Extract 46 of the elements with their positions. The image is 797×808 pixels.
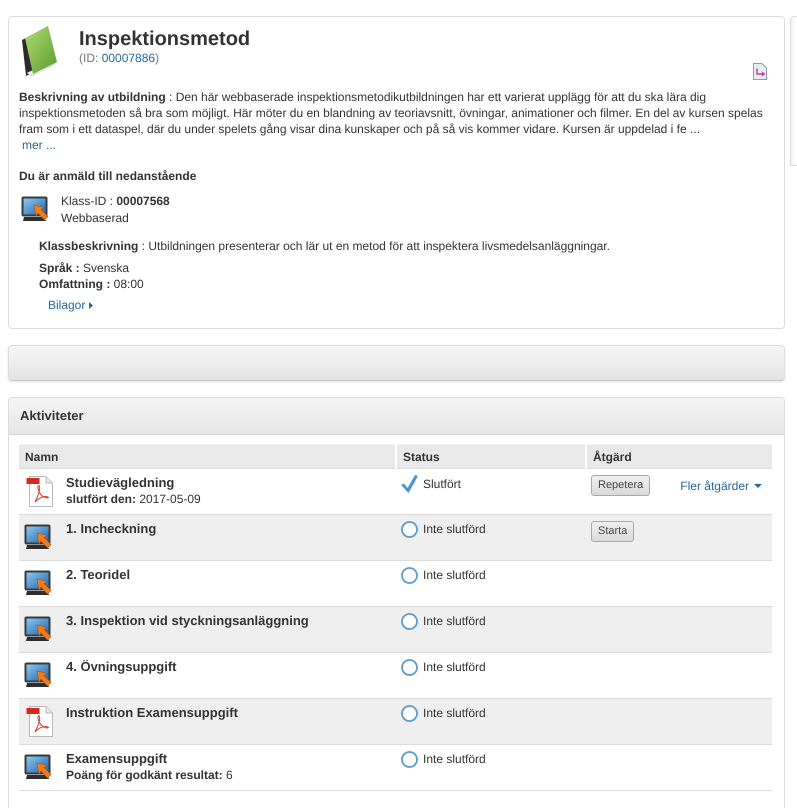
- book-icon: [20, 26, 58, 76]
- course-id: (ID: 00007886): [79, 51, 160, 65]
- caret-down-icon: [754, 484, 762, 488]
- status-text: Inte slutförd: [423, 567, 486, 584]
- status-text: Inte slutförd: [423, 659, 486, 676]
- column-header: Åtgärd: [586, 444, 772, 468]
- activity-name: Examensuppgift: [66, 751, 168, 767]
- monitor-cursor-icon: [24, 615, 54, 643]
- caret-right-icon: [89, 302, 94, 308]
- class-fact: Omfattning : 08:00: [39, 276, 145, 292]
- monitor-cursor-icon: [21, 195, 51, 223]
- panel-header: Aktiviteter: [9, 398, 784, 435]
- pdf-file-icon: [26, 705, 54, 737]
- monitor-cursor-icon: [24, 661, 54, 689]
- activity-detail: Poäng för godkänt resultat: 6: [66, 767, 233, 783]
- class-description: Klassbeskrivning : Utbildningen presenterar och lär ut en metod för att inspektera livsmedelsanläggningar.: [39, 238, 611, 254]
- monitor-cursor-icon: [24, 523, 54, 551]
- course-description: Beskrivning av utbildning : Den här webbaserade inspektionsmetodikutbildningen har ett varierat upplägg för att du ska lära dig inspektionsmetoden så bra som möjligt. Här möter du en blandning av teoriavsnitt, övningar, animationer och filmer. En del av kursen spelas fram som i ett dataspel, där du under spelets gång visar dina kunskaper och på så vis kommer vidare. Kursen är uppdelad i fe ...: [19, 89, 764, 137]
- more-link[interactable]: mer ...: [22, 139, 56, 152]
- monitor-cursor-icon: [24, 569, 54, 597]
- course-title: Inspektionsmetod: [79, 27, 250, 51]
- activity-detail: slutfört den: 2017-05-09: [66, 491, 201, 507]
- attachments-link[interactable]: Bilagor: [48, 297, 94, 313]
- pdf-file-icon: [26, 475, 54, 507]
- action-button[interactable]: Repetera: [591, 475, 650, 496]
- status-text: Inte slutförd: [423, 751, 486, 768]
- status-text: Inte slutförd: [423, 613, 486, 630]
- activity-name: 2. Teoridel: [66, 567, 130, 583]
- activity-name: 1. Incheckning: [66, 521, 156, 537]
- enrollment-heading: Du är anmäld till nedanstående: [19, 168, 198, 184]
- document-arrow-icon[interactable]: [753, 63, 767, 80]
- class-fact: Språk : Svenska: [39, 260, 130, 276]
- column-header: Status: [396, 444, 586, 468]
- monitor-cursor-icon: [24, 753, 54, 781]
- status-text: Inte slutförd: [423, 521, 486, 538]
- action-button[interactable]: Starta: [591, 521, 634, 542]
- activity-name: 4. Övningsuppgift: [66, 659, 176, 675]
- activity-name: 3. Inspektion vid styckningsanläggning: [66, 613, 309, 629]
- class-id: Klass-ID : 00007568: [61, 193, 170, 210]
- more-actions-link[interactable]: Fler åtgärder: [680, 478, 762, 494]
- activity-name: Instruktion Examensuppgift: [66, 705, 238, 721]
- column-header: Namn: [19, 444, 396, 468]
- activity-name: Studievägledning: [66, 475, 176, 491]
- delivery-type: Webbaserad: [61, 210, 130, 226]
- status-text: Slutfört: [423, 476, 462, 492]
- status-text: Inte slutförd: [423, 705, 486, 722]
